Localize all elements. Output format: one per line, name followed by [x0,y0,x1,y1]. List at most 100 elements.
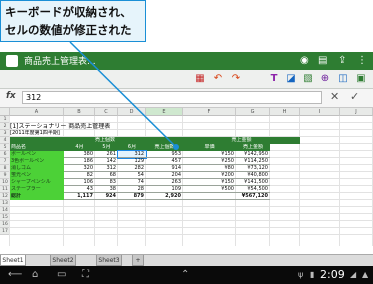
total-label-cell[interactable]: 総計 [10,193,64,200]
view-icon[interactable]: ◉ [300,54,309,68]
value-cell[interactable]: 261 [95,151,118,158]
header-cell[interactable]: 4月 [64,144,95,151]
sheet-tab-3[interactable]: Sheet3 [96,255,122,266]
header-cell-sales[interactable]: 売上個数 [64,137,146,144]
corner-cell[interactable] [0,108,10,116]
value-cell[interactable]: 38 [95,186,118,193]
value-cell[interactable]: ¥80 [183,165,236,172]
value-cell[interactable]: ¥142,950 [236,151,270,158]
value-cell[interactable]: ¥150 [183,179,236,186]
more-menu-icon[interactable]: ⋮ [357,54,367,68]
app-title[interactable]: 商品売上管理表... [24,54,96,67]
value-cell[interactable]: 142 [95,158,118,165]
total-value-cell[interactable]: 879 [118,193,146,200]
sheet-icon[interactable]: ◫ [336,71,350,87]
total-value-cell[interactable]: 924 [95,193,118,200]
confirm-edit-icon[interactable]: ✓ [350,90,359,103]
item-name-cell[interactable]: 3色ボールペン [10,158,64,165]
header-cell[interactable]: 5月 [95,144,118,151]
insert-table-icon[interactable]: ▦ [193,71,207,87]
add-sheet-button[interactable]: + [132,255,144,266]
column-header-B[interactable]: B [64,108,95,116]
total-value-cell[interactable] [183,193,236,200]
screenshot-icon[interactable]: ⛶ [82,268,89,282]
text-format-icon[interactable]: T [267,71,281,87]
header-cell[interactable] [10,137,64,144]
value-cell[interactable]: 129 [118,158,146,165]
column-header-F[interactable]: F [183,108,236,116]
value-cell[interactable]: ¥150 [183,151,236,158]
spreadsheet-grid[interactable]: A B C D E F G H I J 1 2 3 4 5 6 7 8 9 10 11 12 13 14 15 16 17 [1]ステ… [0,108,373,254]
value-cell[interactable]: ¥40,800 [236,172,270,179]
fill-color-icon[interactable]: ◪ [284,71,298,87]
value-cell[interactable]: ¥500 [183,186,236,193]
sheet-subtitle[interactable]: [2011年度第1四半期] [10,130,118,137]
value-cell[interactable]: 204 [146,172,183,179]
formula-input[interactable]: 312 [22,91,322,104]
value-cell[interactable]: 68 [95,172,118,179]
keyboard-toggle-icon[interactable]: ⌃ [181,268,189,282]
value-cell[interactable]: 320 [64,165,95,172]
column-header-G[interactable]: G [236,108,270,116]
header-cell[interactable]: 商品名 [10,144,64,151]
value-cell[interactable]: ¥200 [183,172,236,179]
header-cell[interactable]: 単価 [183,144,236,151]
column-header-J[interactable]: J [340,108,373,116]
column-header-A[interactable]: A [10,108,64,116]
value-cell[interactable]: 312 [95,165,118,172]
header-cell[interactable]: 6月 [118,144,146,151]
home-icon[interactable]: ⌂ [32,268,38,282]
total-value-cell[interactable]: 1,117 [64,193,95,200]
value-cell[interactable]: 83 [95,179,118,186]
value-cell[interactable]: ¥73,120 [236,165,270,172]
value-cell[interactable]: 106 [64,179,95,186]
header-cell-amount[interactable]: 売上金額 [183,137,300,144]
insert-icon[interactable]: ⊕ [318,71,332,87]
header-cell[interactable]: 売上金額 [236,144,270,151]
value-cell[interactable]: 109 [146,186,183,193]
header-cell[interactable]: 売上個数 [146,144,183,151]
cell-format-icon[interactable]: ▧ [301,71,315,87]
item-name-cell[interactable]: 消しゴム [10,165,64,172]
value-cell[interactable]: ¥141,500 [236,179,270,186]
value-cell[interactable]: 282 [118,165,146,172]
value-cell[interactable]: 380 [64,151,95,158]
column-header-D[interactable]: D [118,108,146,116]
column-header-I[interactable]: I [300,108,340,116]
recent-apps-icon[interactable]: ▭ [57,268,66,282]
undo-icon[interactable]: ↶ [211,71,225,87]
item-name-cell[interactable]: ステープラー [10,186,64,193]
column-header-C[interactable]: C [95,108,118,116]
share-icon[interactable]: ⇪ [338,54,346,68]
function-icon[interactable]: ▣ [354,71,368,87]
value-cell[interactable]: 186 [64,158,95,165]
sheet-tab-2[interactable]: Sheet2 [50,255,76,266]
value-cell[interactable]: ¥54,500 [236,186,270,193]
value-cell[interactable]: 43 [64,186,95,193]
item-name-cell[interactable]: 蛍光ペン [10,172,64,179]
total-value-cell[interactable]: ¥567,120 [236,193,270,200]
value-cell[interactable]: ¥250 [183,158,236,165]
value-cell[interactable]: 82 [64,172,95,179]
value-cell[interactable]: 457 [146,158,183,165]
save-icon[interactable]: ▤ [318,54,327,68]
active-cell[interactable]: 312 [117,150,147,159]
value-cell[interactable]: 914 [146,165,183,172]
column-header-E[interactable]: E [146,108,183,116]
column-header-H[interactable]: H [270,108,300,116]
sheet-title[interactable]: [1]ステーショナリー 商品売上管理表 [10,123,146,130]
total-value-cell[interactable]: 2,920 [146,193,183,200]
value-cell[interactable]: 953 [146,151,183,158]
cancel-edit-icon[interactable]: ✕ [330,90,339,103]
sheet-tab-1[interactable]: Sheet1 [0,255,26,266]
value-cell[interactable]: 28 [118,186,146,193]
value-cell[interactable]: 74 [118,179,146,186]
redo-icon[interactable]: ↷ [229,71,243,87]
header-cell[interactable] [146,137,183,144]
item-name-cell[interactable]: シャープペンシル [10,179,64,186]
value-cell[interactable]: 54 [118,172,146,179]
value-cell[interactable]: 263 [146,179,183,186]
value-cell[interactable]: ¥114,250 [236,158,270,165]
back-icon[interactable]: ⟵ [8,268,22,282]
item-name-cell[interactable]: ボールペン [10,151,64,158]
